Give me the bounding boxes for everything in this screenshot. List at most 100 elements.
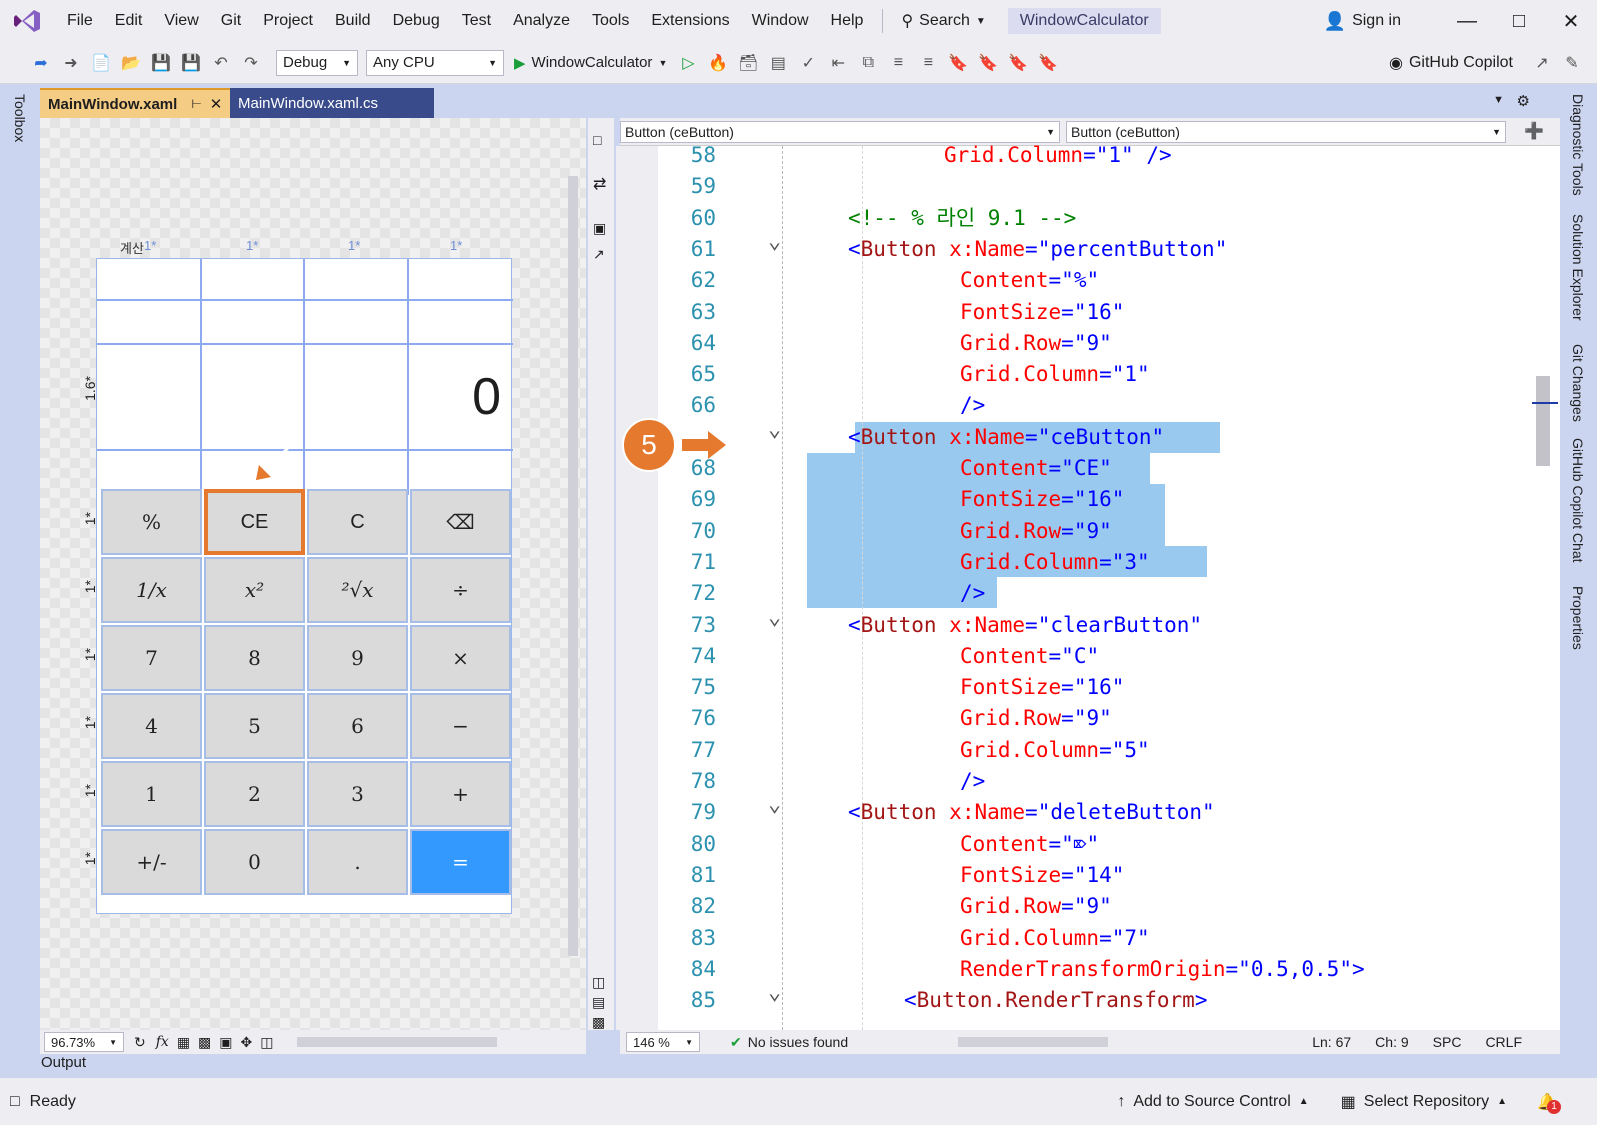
sqrt-button[interactable]: ²√x [307, 557, 408, 623]
fold-chevron-icon[interactable]: ⌄ [768, 977, 781, 1008]
spellcheck-icon[interactable]: ✓ [795, 50, 821, 76]
select-repository-button[interactable]: Select Repository [1364, 1093, 1489, 1111]
square-button[interactable]: x² [204, 557, 305, 623]
editor-zoom-select[interactable]: 146 % ▼ [626, 1032, 700, 1052]
editor-vertical-scrollbar[interactable] [1536, 376, 1550, 466]
save-all-icon[interactable]: 💾 [178, 50, 204, 76]
whitespace-status[interactable]: SPC [1433, 1034, 1462, 1050]
digit-2-button[interactable]: 2 [204, 761, 305, 827]
diagnostic-tools-tab[interactable]: Diagnostic Tools [1570, 94, 1586, 196]
digit-9-button[interactable]: 9 [307, 625, 408, 691]
code-line[interactable]: ⌄ <Button x:Name="ceButton" [660, 417, 1560, 453]
step-icon[interactable]: ⇤ [825, 50, 851, 76]
code-line[interactable]: 74 Content="C" [660, 641, 1560, 672]
copilot-chat-tab[interactable]: GitHub Copilot Chat [1570, 438, 1586, 563]
menu-build[interactable]: Build [324, 0, 382, 42]
equals-button[interactable]: = [410, 829, 511, 895]
digit-1-button[interactable]: 1 [101, 761, 202, 827]
menu-debug[interactable]: Debug [382, 0, 451, 42]
collapse-pane-icon[interactable]: ▣ [593, 220, 606, 237]
code-line[interactable]: 69 FontSize="16" [660, 484, 1560, 515]
notification-bell-icon[interactable]: 🔔 1 [1537, 1092, 1562, 1114]
negate-button[interactable]: +/- [101, 829, 202, 895]
menu-edit[interactable]: Edit [104, 0, 154, 42]
copy-icon[interactable]: ⧉ [855, 50, 881, 76]
menu-file[interactable]: File [56, 0, 104, 42]
code-line[interactable]: 75 FontSize="16" [660, 672, 1560, 703]
vertical-split-icon[interactable]: ◫ [592, 974, 605, 991]
editor-horizontal-scrollbar[interactable] [958, 1037, 1109, 1047]
issues-status[interactable]: No issues found [748, 1034, 848, 1050]
code-line[interactable]: 60 <!-- % 라인 9.1 --> [660, 203, 1560, 234]
digit-5-button[interactable]: 5 [204, 693, 305, 759]
code-line[interactable]: 68 Content="CE" [660, 453, 1560, 484]
minimize-icon[interactable]: — [1441, 10, 1493, 33]
swap-icon[interactable]: ⇄ [593, 174, 606, 194]
code-line[interactable]: 79 ⌄ <Button x:Name="deleteButton" [660, 792, 1560, 828]
share-icon[interactable]: ↗ [1529, 50, 1555, 76]
platform-select[interactable]: Any CPU ▼ [366, 49, 504, 76]
maximize-icon[interactable]: □ [1493, 10, 1545, 33]
pin-icon[interactable]: ⊢ [191, 97, 201, 111]
indent-icon[interactable]: ≡ [885, 50, 911, 76]
feedback-icon[interactable]: ✎ [1559, 50, 1585, 76]
close-tab-icon[interactable]: ✕ [210, 95, 223, 113]
fx-icon[interactable]: fx [156, 1034, 169, 1050]
code-line[interactable]: 84 RenderTransformOrigin="0.5,0.5"> [660, 954, 1560, 985]
digit-0-button[interactable]: 0 [204, 829, 305, 895]
popout-icon[interactable]: ↗ [593, 246, 605, 263]
split-editor-icon[interactable]: ➕ [1524, 121, 1544, 141]
fold-chevron-icon[interactable]: ⌄ [768, 414, 781, 445]
layout-icon[interactable]: ▤ [765, 50, 791, 76]
start-without-debugging-icon[interactable]: ▷ [675, 50, 701, 76]
fold-chevron-icon[interactable]: ⌄ [768, 789, 781, 820]
swap-panes-icon[interactable]: □ [593, 132, 601, 148]
code-line[interactable]: 63 FontSize="16" [660, 297, 1560, 328]
solution-explorer-tab[interactable]: Solution Explorer [1570, 214, 1586, 321]
sign-in-link[interactable]: Sign in [1352, 12, 1401, 30]
settings-gear-icon[interactable]: ⚙ [1517, 92, 1530, 110]
code-line[interactable]: 62 Content="%" [660, 265, 1560, 296]
reciprocal-button[interactable]: 1/x [101, 557, 202, 623]
new-project-icon[interactable]: 📄 [88, 50, 114, 76]
bookmark-clear-icon[interactable]: 🔖 [1035, 50, 1061, 76]
outdent-icon[interactable]: ≡ [915, 50, 941, 76]
solution-explorer-icon[interactable]: 🗃 [735, 50, 761, 76]
fold-chevron-icon[interactable]: ⌄ [768, 226, 781, 257]
menu-view[interactable]: View [153, 0, 209, 42]
line-ending-status[interactable]: CRLF [1485, 1034, 1522, 1050]
search-button[interactable]: ⚲ Search ▼ [891, 11, 995, 31]
fold-chevron-icon[interactable]: ⌄ [768, 602, 781, 633]
configuration-select[interactable]: Debug ▼ [276, 49, 358, 76]
expand-pane-icon[interactable]: ▩ [592, 1014, 605, 1031]
column-marker[interactable]: 1* [348, 238, 360, 253]
multiply-button[interactable]: × [410, 625, 511, 691]
code-line[interactable]: 70 Grid.Row="9" [660, 516, 1560, 547]
column-marker[interactable]: 1* [144, 238, 156, 253]
minus-button[interactable]: − [410, 693, 511, 759]
digit-7-button[interactable]: 7 [101, 625, 202, 691]
digit-8-button[interactable]: 8 [204, 625, 305, 691]
code-line[interactable]: 76 Grid.Row="9" [660, 703, 1560, 734]
code-line[interactable]: 58 Grid.Column="1" /> [660, 140, 1560, 171]
code-line[interactable]: 85 ⌄ <Button.RenderTransform> [660, 980, 1560, 1016]
code-line[interactable]: 59 [660, 171, 1560, 202]
code-line[interactable]: 72 /> [660, 578, 1560, 609]
decimal-button[interactable]: . [307, 829, 408, 895]
menu-test[interactable]: Test [451, 0, 502, 42]
designer-zoom-select[interactable]: 96.73% ▼ [44, 1032, 124, 1052]
redo-icon[interactable]: ↷ [238, 50, 264, 76]
refresh-icon[interactable]: ↻ [134, 1034, 146, 1051]
grid-icon[interactable]: ▦ [177, 1034, 190, 1051]
code-line[interactable]: 82 Grid.Row="9" [660, 891, 1560, 922]
bookmark-prev-icon[interactable]: 🔖 [975, 50, 1001, 76]
output-tab[interactable]: Output [41, 1054, 86, 1071]
solution-title[interactable]: WindowCalculator [1007, 8, 1161, 34]
clear-button[interactable]: C [307, 489, 408, 555]
snap-lines-icon[interactable]: ✥ [241, 1034, 253, 1051]
snap-grid-icon[interactable]: ▩ [198, 1034, 211, 1051]
horizontal-split-icon[interactable]: ▤ [592, 994, 605, 1011]
github-copilot-button[interactable]: GitHub Copilot [1409, 54, 1513, 72]
close-icon[interactable]: ✕ [1545, 9, 1597, 34]
tab-mainwindow-xaml[interactable]: MainWindow.xaml ⊢ ✕ [40, 88, 230, 118]
